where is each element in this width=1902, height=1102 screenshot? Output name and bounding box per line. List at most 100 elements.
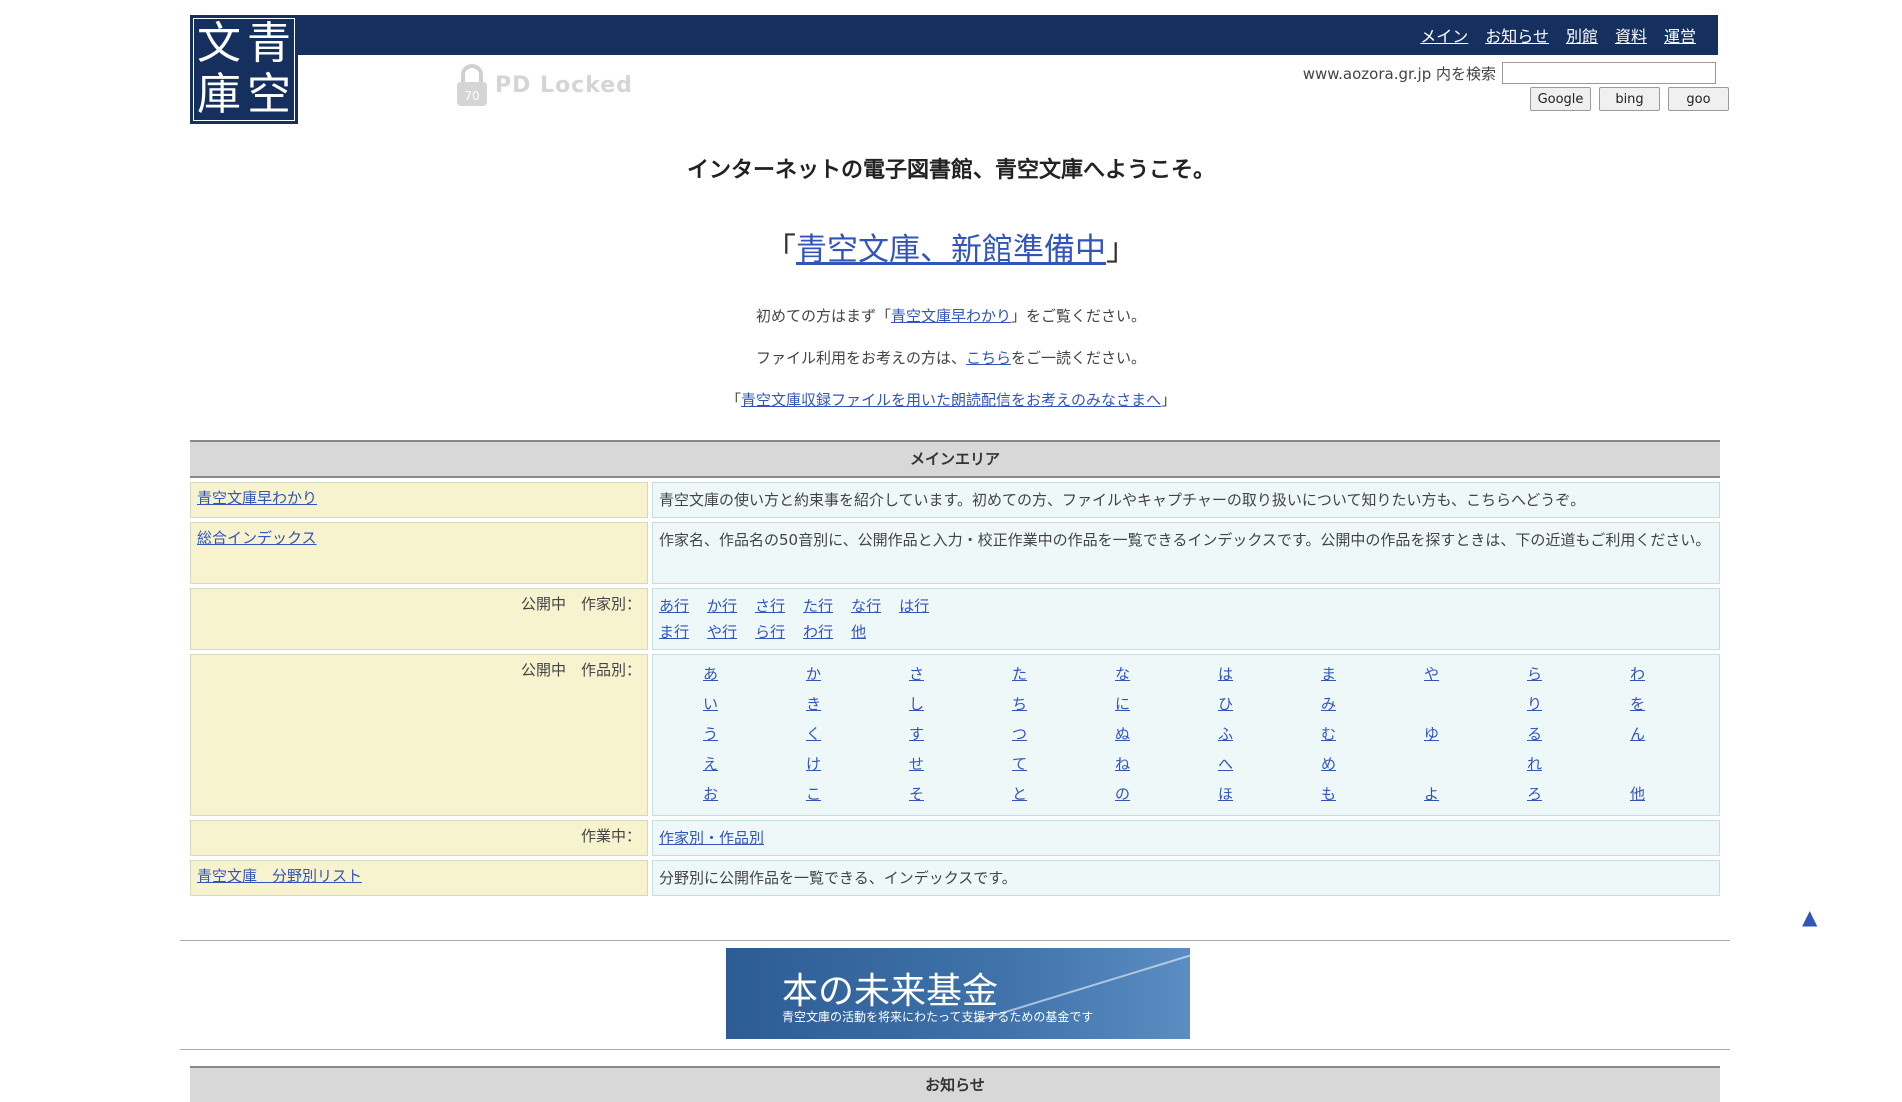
work-kana-link[interactable]: に (1071, 689, 1174, 719)
book-future-fund-banner[interactable]: 本の未来基金 青空文庫の活動を将来にわたって支援するための基金です (726, 948, 1190, 1039)
work-kana-link[interactable]: る (1483, 719, 1586, 749)
work-kana-link[interactable]: し (865, 689, 968, 719)
work-kana-link[interactable]: や (1380, 659, 1483, 689)
work-kana-link[interactable]: か (762, 659, 865, 689)
work-kana-link[interactable]: は (1174, 659, 1277, 689)
work-kana-link[interactable]: く (762, 719, 865, 749)
work-kana-link[interactable]: む (1277, 719, 1380, 749)
work-kana-link[interactable]: ひ (1174, 689, 1277, 719)
work-kana-link[interactable]: ら (1483, 659, 1586, 689)
work-kana-link[interactable]: も (1277, 779, 1380, 809)
google-search-button[interactable]: Google (1530, 87, 1591, 111)
news-heading: お知らせ (190, 1066, 1720, 1102)
goo-search-button[interactable]: goo (1668, 87, 1729, 111)
author-gyo-link[interactable]: 他 (851, 619, 881, 645)
work-kana-link[interactable]: お (659, 779, 762, 809)
work-kana-link[interactable]: た (968, 659, 1071, 689)
main-area-table: メインエリア 青空文庫早わかり 青空文庫の使い方と約束事を紹介しています。初めて… (190, 440, 1720, 896)
general-index-link[interactable]: 総合インデックス (197, 529, 317, 547)
work-kana-link[interactable]: め (1277, 749, 1380, 779)
new-building-link[interactable]: 青空文庫、新館準備中 (796, 232, 1106, 268)
nav-link-operations[interactable]: 運営 (1664, 23, 1696, 47)
work-kana-link[interactable]: ね (1071, 749, 1174, 779)
main-area-heading: メインエリア (190, 440, 1720, 478)
nav-link-annex[interactable]: 別館 (1566, 23, 1598, 47)
work-kana-link[interactable]: え (659, 749, 762, 779)
work-kana-link[interactable]: て (968, 749, 1071, 779)
work-kana-link[interactable]: の (1071, 779, 1174, 809)
by-work-label: 公開中 作品別： (190, 654, 648, 816)
work-kana-link[interactable]: り (1483, 689, 1586, 719)
search-engine-buttons: Google bing goo (1530, 87, 1729, 111)
work-kana-link[interactable]: つ (968, 719, 1071, 749)
work-kana-link[interactable]: ん (1586, 719, 1689, 749)
aozora-logo[interactable]: 文 青 庫 空 (190, 15, 298, 124)
work-kana-link[interactable]: さ (865, 659, 968, 689)
back-to-top-icon[interactable]: ▲ (1802, 905, 1817, 929)
search-input[interactable] (1502, 62, 1716, 84)
author-gyo-link[interactable]: か行 (707, 593, 737, 619)
file-usage-link[interactable]: こちら (966, 349, 1011, 367)
table-row: 公開中 作家別： あ行 か行 さ行 た行 な行 は行 ま行 や行 ら行 わ行 他 (190, 588, 1720, 650)
genre-list-link[interactable]: 青空文庫 分野別リスト (197, 867, 362, 885)
work-kana-link[interactable]: を (1586, 689, 1689, 719)
nav-link-main[interactable]: メイン (1420, 23, 1468, 47)
author-gyo-link[interactable]: ら行 (755, 619, 785, 645)
work-kana-link[interactable]: き (762, 689, 865, 719)
work-kana-link[interactable]: ふ (1174, 719, 1277, 749)
bracket-open: 「 (765, 232, 796, 268)
work-kana-link[interactable]: あ (659, 659, 762, 689)
intro-line-first-time: 初めての方はまず「青空文庫早わかり」をご覧ください。 (0, 305, 1902, 326)
work-kana-link[interactable]: ぬ (1071, 719, 1174, 749)
work-kana-link[interactable]: す (865, 719, 968, 749)
work-kana-link[interactable]: ろ (1483, 779, 1586, 809)
bracket-close: 」 (1106, 232, 1137, 268)
bracket-open: 「 (725, 391, 741, 409)
intro-text: 」をご覧ください。 (1011, 307, 1147, 325)
banner-title: 本の未来基金 (782, 971, 999, 1012)
work-kana-link[interactable]: み (1277, 689, 1380, 719)
reading-broadcast-link[interactable]: 青空文庫収録ファイルを用いた朗読配信をお考えのみなさまへ (741, 391, 1161, 409)
nav-link-news[interactable]: お知らせ (1485, 23, 1549, 47)
table-row: 公開中 作品別： あかさたなはまやらわいきしちにひみ りをうくすつぬふむゆるんえけ… (190, 654, 1720, 816)
work-kana-link[interactable]: ほ (1174, 779, 1277, 809)
work-kana-link[interactable]: せ (865, 749, 968, 779)
intro-line-file-usage: ファイル利用をお考えの方は、こちらをご一読ください。 (0, 347, 1902, 368)
work-kana-link[interactable]: れ (1483, 749, 1586, 779)
work-kana-link[interactable]: ち (968, 689, 1071, 719)
row-label-cell: 総合インデックス (190, 522, 648, 584)
bing-search-button[interactable]: bing (1599, 87, 1660, 111)
hayawakari-link[interactable]: 青空文庫早わかり (891, 307, 1011, 325)
empty-kana-cell (1380, 689, 1483, 719)
author-gyo-link[interactable]: は行 (899, 593, 929, 619)
work-kana-link[interactable]: と (968, 779, 1071, 809)
hayawakari-row-link[interactable]: 青空文庫早わかり (197, 489, 317, 507)
in-progress-link[interactable]: 作家別・作品別 (659, 829, 764, 847)
divider (180, 1049, 1730, 1050)
nav-link-materials[interactable]: 資料 (1615, 23, 1647, 47)
empty-kana-cell (1380, 749, 1483, 779)
svg-text:70: 70 (464, 89, 479, 103)
work-kana-link[interactable]: な (1071, 659, 1174, 689)
author-gyo-link[interactable]: あ行 (659, 593, 689, 619)
author-gyo-link[interactable]: さ行 (755, 593, 785, 619)
author-gyo-link[interactable]: な行 (851, 593, 881, 619)
work-kana-link[interactable]: わ (1586, 659, 1689, 689)
author-gyo-link[interactable]: た行 (803, 593, 833, 619)
work-kana-link[interactable]: こ (762, 779, 865, 809)
author-gyo-link[interactable]: や行 (707, 619, 737, 645)
author-gyo-link[interactable]: ま行 (659, 619, 689, 645)
work-kana-link[interactable]: ま (1277, 659, 1380, 689)
intro-text: ファイル利用をお考えの方は、 (755, 349, 966, 367)
work-kana-link[interactable]: 他 (1586, 779, 1689, 809)
work-kana-link[interactable]: い (659, 689, 762, 719)
author-gyo-link[interactable]: わ行 (803, 619, 833, 645)
work-kana-link[interactable]: う (659, 719, 762, 749)
kana-index-grid: あかさたなはまやらわいきしちにひみ りをうくすつぬふむゆるんえけせてねへめ れおこそ… (659, 659, 1713, 809)
welcome-heading: インターネットの電子図書館、青空文庫へようこそ。 (686, 158, 1215, 183)
work-kana-link[interactable]: け (762, 749, 865, 779)
work-kana-link[interactable]: ゆ (1380, 719, 1483, 749)
work-kana-link[interactable]: よ (1380, 779, 1483, 809)
work-kana-link[interactable]: そ (865, 779, 968, 809)
work-kana-link[interactable]: へ (1174, 749, 1277, 779)
